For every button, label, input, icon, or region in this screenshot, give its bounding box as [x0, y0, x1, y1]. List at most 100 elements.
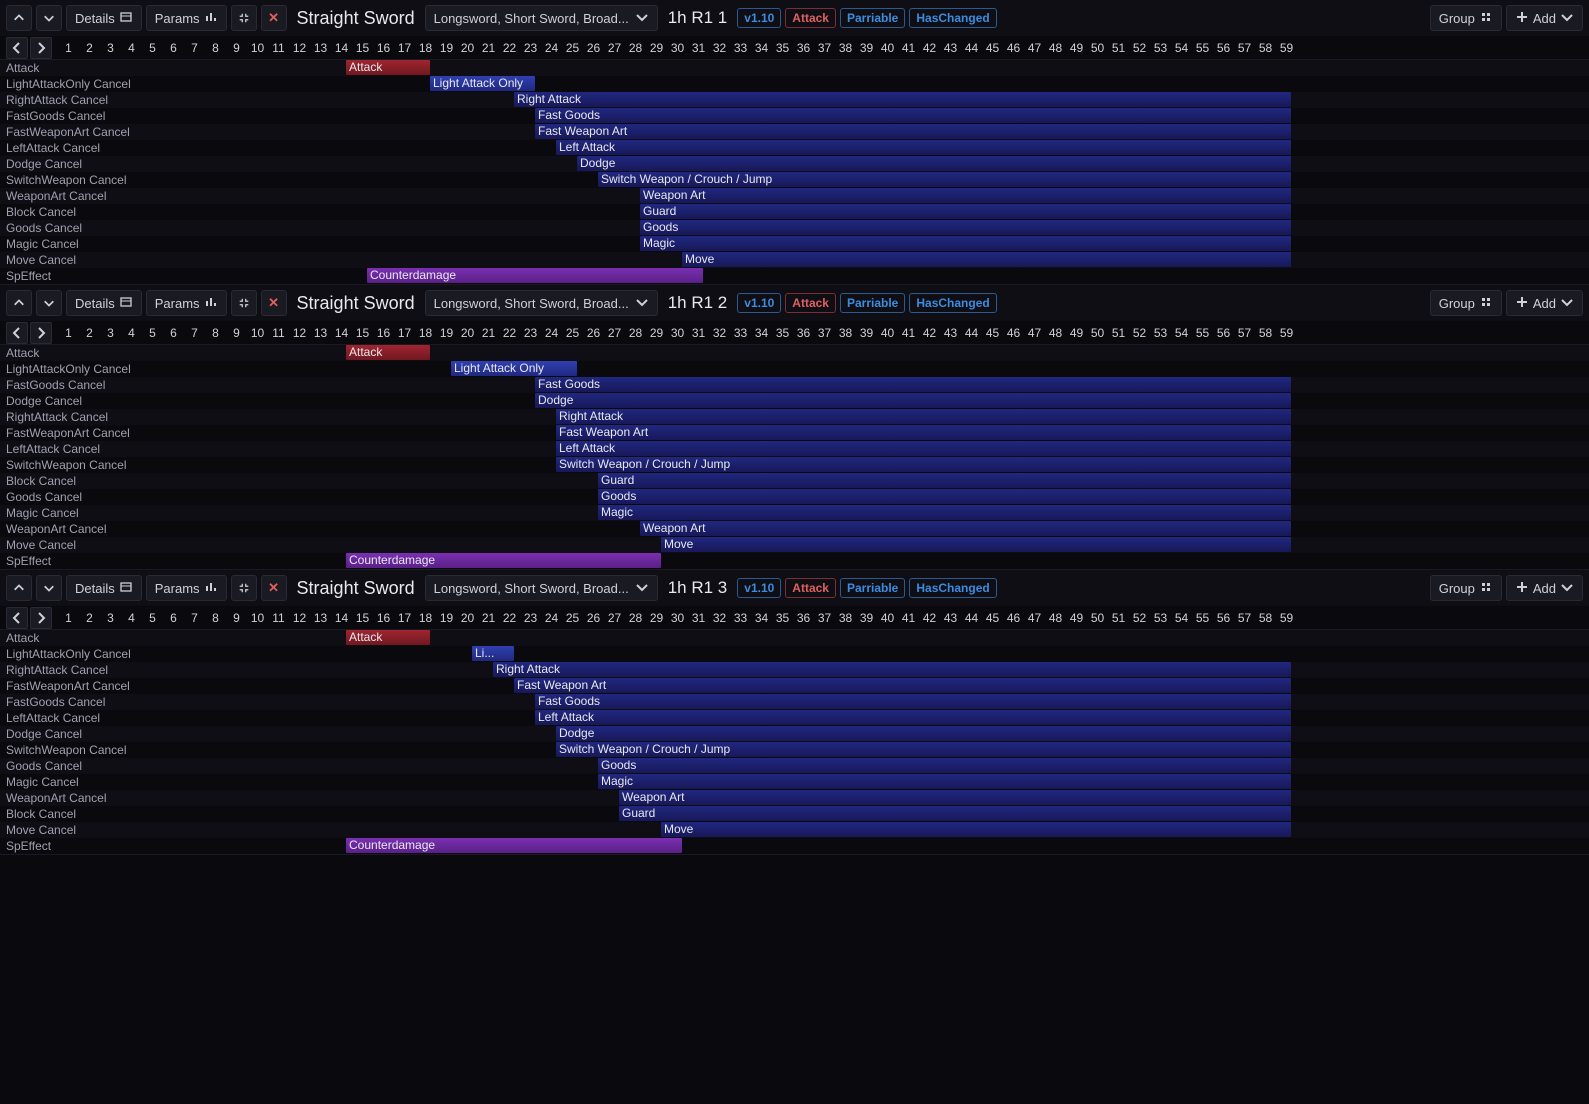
add-button[interactable]: Add — [1506, 5, 1583, 31]
timeline-bar[interactable]: Attack — [346, 345, 430, 360]
timeline-bar[interactable]: Goods — [640, 220, 1291, 235]
params-button[interactable]: Params — [146, 290, 227, 316]
timeline-bar[interactable]: Dodge — [556, 726, 1291, 741]
tick: 38 — [835, 41, 856, 55]
timeline-bar[interactable]: Goods — [598, 489, 1291, 504]
track-row: LeftAttack Cancel Left Attack — [0, 441, 1589, 457]
details-icon — [119, 295, 133, 312]
track-row: FastWeaponArt Cancel Fast Weapon Art — [0, 425, 1589, 441]
timeline-bar[interactable]: Counterdamage — [346, 553, 661, 568]
group-button[interactable]: Group — [1430, 5, 1502, 31]
timeline-bar[interactable]: Dodge — [535, 393, 1291, 408]
scroll-right-button[interactable] — [30, 37, 52, 59]
add-button[interactable]: Add — [1506, 575, 1583, 601]
attack-name: 1h R1 3 — [662, 578, 734, 598]
timeline-bar[interactable]: Guard — [598, 473, 1291, 488]
timeline-bar[interactable]: Right Attack — [514, 92, 1291, 107]
timeline-bar[interactable]: Li... — [472, 646, 514, 661]
move-up-button[interactable] — [6, 290, 32, 316]
timeline-bar[interactable]: Fast Goods — [535, 694, 1291, 709]
timeline-bar[interactable]: Magic — [598, 505, 1291, 520]
attack-name: 1h R1 1 — [662, 8, 734, 28]
timeline-bar[interactable]: Light Attack Only — [430, 76, 535, 91]
tick: 57 — [1234, 326, 1255, 340]
move-down-button[interactable] — [36, 290, 62, 316]
timeline-bar[interactable]: Guard — [640, 204, 1291, 219]
timeline-bar[interactable]: Switch Weapon / Crouch / Jump — [556, 742, 1291, 757]
weapon-dropdown[interactable]: Longsword, Short Sword, Broad... — [425, 290, 658, 316]
track-label: FastGoods Cancel — [0, 109, 150, 123]
timeline-bar[interactable]: Magic — [598, 774, 1291, 789]
close-button[interactable]: ✕ — [261, 575, 287, 601]
move-down-button[interactable] — [36, 5, 62, 31]
timeline-bar[interactable]: Move — [661, 822, 1291, 837]
timeline-bar[interactable]: Fast Weapon Art — [514, 678, 1291, 693]
scroll-right-button[interactable] — [30, 607, 52, 629]
timeline-bar[interactable]: Magic — [640, 236, 1291, 251]
timeline-bar[interactable]: Fast Goods — [535, 377, 1291, 392]
track-row: Dodge Cancel Dodge — [0, 726, 1589, 742]
timeline-bar[interactable]: Switch Weapon / Crouch / Jump — [556, 457, 1291, 472]
tick: 10 — [247, 41, 268, 55]
move-down-button[interactable] — [36, 575, 62, 601]
tick: 53 — [1150, 326, 1171, 340]
timeline-bar[interactable]: Switch Weapon / Crouch / Jump — [598, 172, 1291, 187]
timeline-bar[interactable]: Fast Goods — [535, 108, 1291, 123]
timeline-bar[interactable]: Left Attack — [556, 441, 1291, 456]
group-button[interactable]: Group — [1430, 575, 1502, 601]
timeline-bar[interactable]: Dodge — [577, 156, 1291, 171]
tick: 50 — [1087, 41, 1108, 55]
timeline-bar[interactable]: Weapon Art — [640, 188, 1291, 203]
tick: 30 — [667, 41, 688, 55]
timeline-bar[interactable]: Light Attack Only — [451, 361, 577, 376]
compress-button[interactable] — [231, 290, 257, 316]
scroll-left-button[interactable] — [6, 607, 28, 629]
weapon-dropdown[interactable]: Longsword, Short Sword, Broad... — [425, 575, 658, 601]
group-button[interactable]: Group — [1430, 290, 1502, 316]
bar-area: Fast Goods — [150, 694, 1589, 710]
move-up-button[interactable] — [6, 5, 32, 31]
timeline-bar[interactable]: Goods — [598, 758, 1291, 773]
tick: 44 — [961, 326, 982, 340]
tick: 18 — [415, 41, 436, 55]
weapon-dropdown[interactable]: Longsword, Short Sword, Broad... — [425, 5, 658, 31]
details-button[interactable]: Details — [66, 5, 142, 31]
tick: 18 — [415, 326, 436, 340]
scroll-right-button[interactable] — [30, 322, 52, 344]
tick: 26 — [583, 611, 604, 625]
timeline-bar[interactable]: Fast Weapon Art — [556, 425, 1291, 440]
timeline-bar[interactable]: Move — [682, 252, 1291, 267]
bar-area: Guard — [150, 473, 1589, 489]
move-up-button[interactable] — [6, 575, 32, 601]
details-button[interactable]: Details — [66, 290, 142, 316]
timeline-bar[interactable]: Counterdamage — [346, 838, 682, 853]
params-button[interactable]: Params — [146, 575, 227, 601]
compress-button[interactable] — [231, 575, 257, 601]
tick: 14 — [331, 41, 352, 55]
track-label: WeaponArt Cancel — [0, 189, 150, 203]
scroll-left-button[interactable] — [6, 322, 28, 344]
tick: 32 — [709, 326, 730, 340]
tick: 31 — [688, 326, 709, 340]
timeline-bar[interactable]: Counterdamage — [367, 268, 703, 283]
timeline-bar[interactable]: Weapon Art — [619, 790, 1291, 805]
timeline-bar[interactable]: Right Attack — [556, 409, 1291, 424]
timeline-bar[interactable]: Weapon Art — [640, 521, 1291, 536]
timeline-bar[interactable]: Guard — [619, 806, 1291, 821]
compress-button[interactable] — [231, 5, 257, 31]
scroll-left-button[interactable] — [6, 37, 28, 59]
details-button[interactable]: Details — [66, 575, 142, 601]
add-button[interactable]: Add — [1506, 290, 1583, 316]
timeline-bar[interactable]: Move — [661, 537, 1291, 552]
params-button[interactable]: Params — [146, 5, 227, 31]
close-button[interactable]: ✕ — [261, 5, 287, 31]
timeline-bar[interactable]: Right Attack — [493, 662, 1291, 677]
timeline-bar[interactable]: Left Attack — [535, 710, 1291, 725]
close-button[interactable]: ✕ — [261, 290, 287, 316]
timeline-bar[interactable]: Attack — [346, 60, 430, 75]
tick: 17 — [394, 326, 415, 340]
timeline-bar[interactable]: Fast Weapon Art — [535, 124, 1291, 139]
timeline-bar[interactable]: Left Attack — [556, 140, 1291, 155]
weapon-category: Straight Sword — [291, 578, 421, 599]
timeline-bar[interactable]: Attack — [346, 630, 430, 645]
